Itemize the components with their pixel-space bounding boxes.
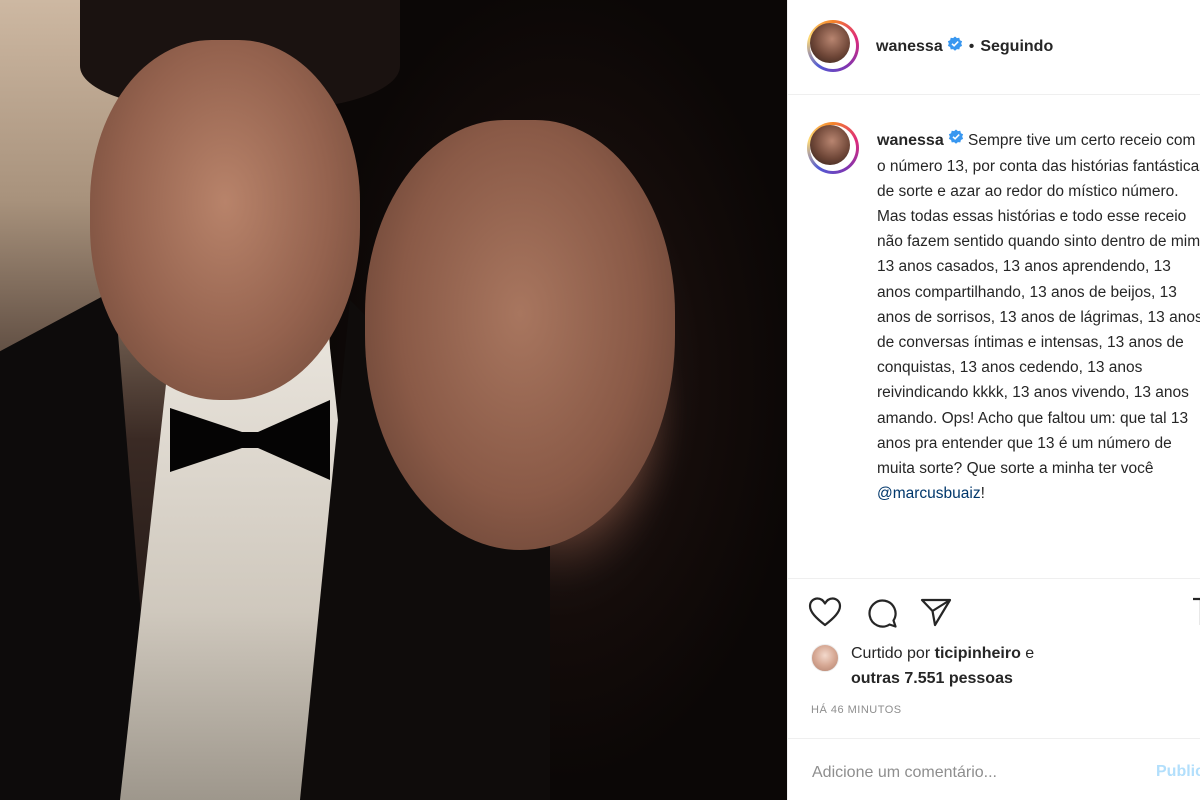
bookmark-icon[interactable] xyxy=(1192,597,1200,632)
header-user-row: wanessa • Seguindo xyxy=(876,36,1053,57)
avatar[interactable] xyxy=(807,20,859,72)
likes-count-link[interactable]: outras 7.551 pessoas xyxy=(851,670,1013,687)
caption-avatar[interactable] xyxy=(807,122,859,174)
caption-body: Sempre tive um certo receio com o número… xyxy=(877,132,1200,477)
liked-by-connector: e xyxy=(1025,645,1035,662)
comment-input[interactable] xyxy=(810,761,1114,785)
liker-username-link[interactable]: ticipinheiro xyxy=(935,645,1021,662)
heart-icon[interactable] xyxy=(808,597,842,632)
post-actions: Curtido por ticipinheiro e outras 7.551 … xyxy=(788,578,1200,739)
liked-by-prefix: Curtido por xyxy=(851,645,931,662)
following-button[interactable]: Seguindo xyxy=(980,38,1053,56)
publish-button[interactable]: Publicar xyxy=(1156,763,1200,781)
verified-badge-icon xyxy=(948,128,964,153)
post-header: wanessa • Seguindo xyxy=(788,0,1200,95)
post-photo[interactable] xyxy=(0,0,787,800)
photo-face-right xyxy=(365,120,675,550)
avatar-image xyxy=(810,125,850,165)
caption-username[interactable]: wanessa xyxy=(877,132,944,149)
liker-avatar[interactable] xyxy=(811,644,839,672)
share-icon[interactable] xyxy=(920,597,952,632)
caption-mention-link[interactable]: @marcusbuaiz xyxy=(877,485,981,502)
post-timestamp[interactable]: HÁ 46 MINUTOS xyxy=(811,704,902,716)
liked-by-text: Curtido por ticipinheiro e outras 7.551 … xyxy=(851,641,1034,691)
avatar-image xyxy=(810,23,850,63)
header-separator: • xyxy=(968,37,975,55)
header-username[interactable]: wanessa xyxy=(876,38,943,56)
caption-body-end: ! xyxy=(980,485,985,503)
liked-by-row: Curtido por ticipinheiro e outras 7.551 … xyxy=(811,641,1034,691)
verified-badge-icon xyxy=(947,36,963,57)
comment-bar: Publicar xyxy=(788,738,1200,801)
comment-icon[interactable] xyxy=(866,597,898,634)
caption-text: wanessa Sempre tive um certo receio com … xyxy=(877,128,1200,506)
photo-face-left xyxy=(90,40,360,400)
post-side-panel: wanessa • Seguindo wanessa Sempre tive u… xyxy=(787,0,1200,800)
post-caption: wanessa Sempre tive um certo receio com … xyxy=(788,95,1200,577)
